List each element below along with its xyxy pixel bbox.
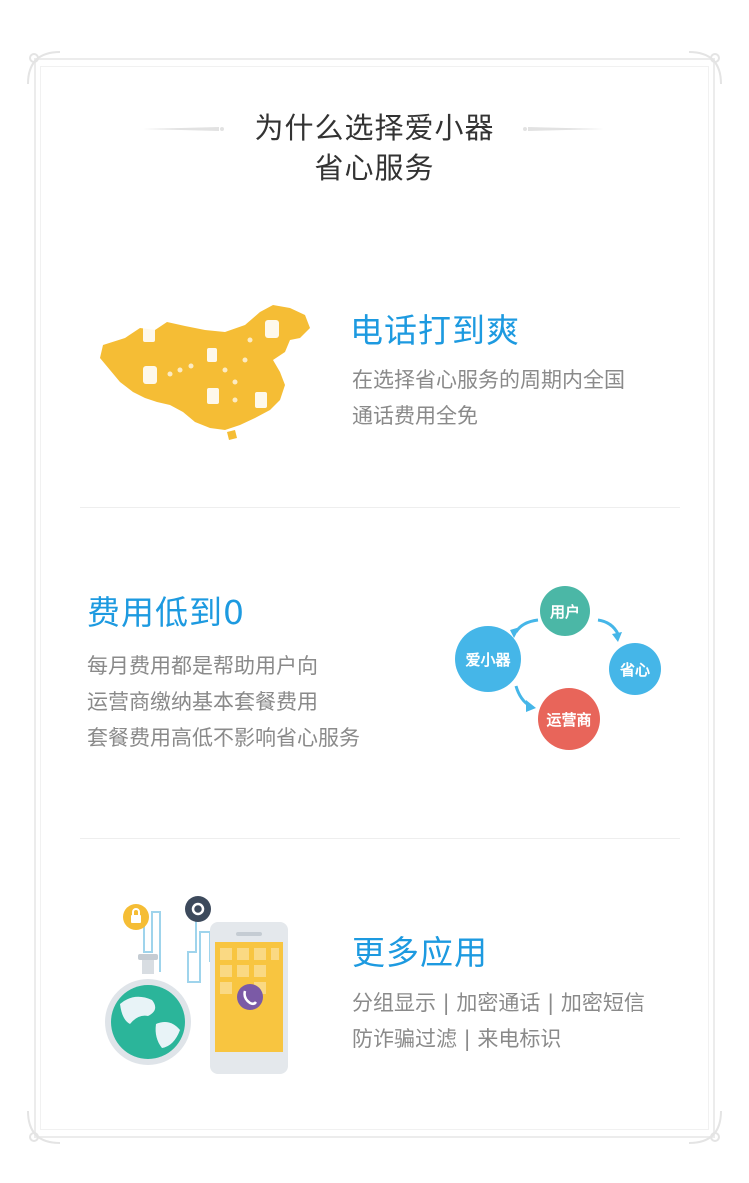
section-desc-more-apps: 分组显示 | 加密通话 | 加密短信 防诈骗过滤 | 来电标识 (352, 985, 645, 1057)
desc-line: 分组显示 | 加密通话 | 加密短信 (352, 991, 645, 1015)
corner-ornament-icon (688, 1110, 722, 1144)
section-title-free-calls: 电话打到爽 (350, 311, 520, 350)
desc-line: 通话费用全免 (352, 404, 478, 428)
corner-ornament-icon (688, 51, 722, 85)
page-title: 为什么选择爱小器 (254, 111, 495, 145)
cycle-aixiaoqi-bubble: 爱小器 (455, 626, 521, 692)
apps-illustration (105, 896, 288, 1074)
cost-cycle-diagram: 用户 爱小器 省心 运营商 (450, 580, 670, 760)
desc-line: 在选择省心服务的周期内全国 (352, 368, 625, 392)
desc-line: 套餐费用高低不影响省心服务 (87, 726, 360, 750)
section-desc-free-calls: 在选择省心服务的周期内全国 通话费用全免 (352, 362, 625, 434)
cycle-operator-bubble: 运营商 (538, 688, 600, 750)
page-subtitle: 省心服务 (314, 151, 435, 185)
cycle-user-bubble: 用户 (540, 586, 590, 636)
cycle-shengxin-bubble: 省心 (609, 643, 661, 695)
page-header: 为什么选择爱小器 省心服务 (0, 108, 749, 188)
section-divider (80, 838, 680, 839)
section-title-low-cost: 费用低到0 (87, 593, 245, 632)
section-desc-low-cost: 每月费用都是帮助用户向 运营商缴纳基本套餐费用 套餐费用高低不影响省心服务 (87, 648, 360, 756)
corner-ornament-icon (27, 1110, 61, 1144)
section-title-more-apps: 更多应用 (352, 933, 488, 972)
desc-line: 运营商缴纳基本套餐费用 (87, 690, 318, 714)
desc-line: 每月费用都是帮助用户向 (87, 654, 318, 678)
section-divider (80, 507, 680, 508)
corner-ornament-icon (27, 51, 61, 85)
china-map-illustration (100, 305, 310, 440)
desc-line: 防诈骗过滤 | 来电标识 (352, 1027, 562, 1051)
